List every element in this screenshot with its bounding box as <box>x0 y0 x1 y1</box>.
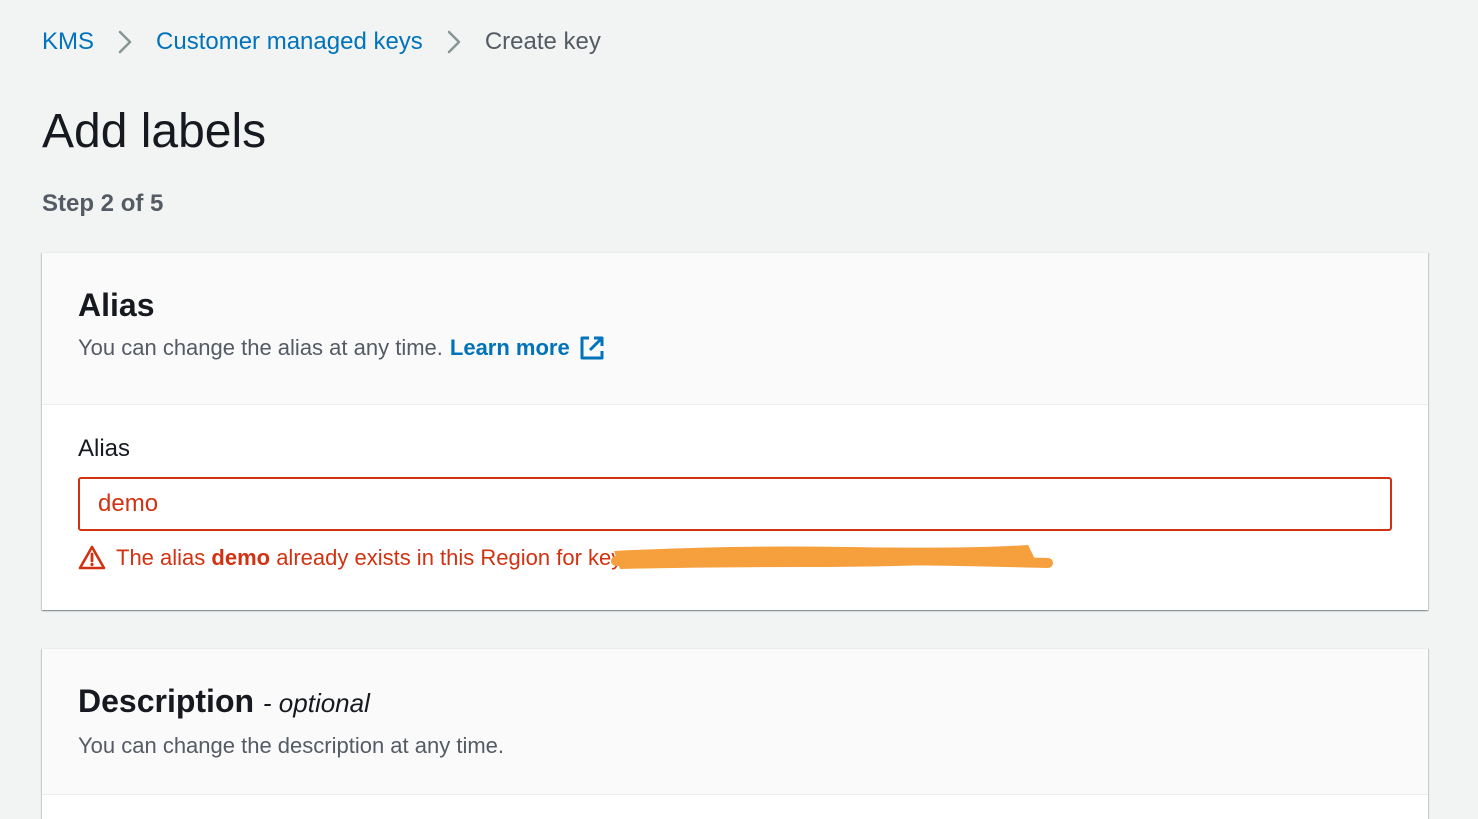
page-title: Add labels <box>42 105 267 158</box>
chevron-right-icon <box>116 28 134 56</box>
alias-panel-description: You can change the alias at any time. Le… <box>78 333 1392 363</box>
description-panel-header: Description - optional You can change th… <box>42 649 1428 795</box>
alias-panel-header: Alias You can change the alias at any ti… <box>42 253 1428 405</box>
redaction-mark <box>611 545 1053 569</box>
breadcrumb-create-key: Create key <box>484 28 601 55</box>
alias-input[interactable] <box>78 477 1392 531</box>
description-panel-description: You can change the description at any ti… <box>78 733 505 758</box>
alias-field-label: Alias <box>78 435 131 462</box>
optional-label: - optional <box>262 688 370 718</box>
description-panel-title: Description - optional <box>78 679 1392 725</box>
alias-panel-body: Alias The alias demo already exists in t… <box>42 405 1428 573</box>
warning-icon <box>78 544 106 572</box>
error-alias-name: demo <box>211 545 271 570</box>
description-title-text: Description <box>78 683 255 719</box>
breadcrumb-kms[interactable]: KMS <box>42 28 94 56</box>
breadcrumb-customer-managed-keys[interactable]: Customer managed keys <box>156 28 423 56</box>
step-indicator: Step 2 of 5 <box>42 190 164 217</box>
chevron-right-icon <box>445 28 463 56</box>
error-text-prefix: The alias <box>116 545 212 570</box>
alias-panel: Alias You can change the alias at any ti… <box>42 252 1428 610</box>
alias-panel-title: Alias <box>78 287 155 323</box>
learn-more-link[interactable]: Learn more <box>450 333 570 363</box>
alias-description-text: You can change the alias at any time. <box>78 335 443 360</box>
external-link-icon[interactable] <box>578 334 606 362</box>
error-text-suffix: already exists in this Region for key <box>270 545 623 570</box>
breadcrumb: KMS Customer managed keys Create key <box>42 26 601 58</box>
description-panel: Description - optional You can change th… <box>42 648 1428 819</box>
alias-error-message: The alias demo already exists in this Re… <box>78 543 1392 573</box>
